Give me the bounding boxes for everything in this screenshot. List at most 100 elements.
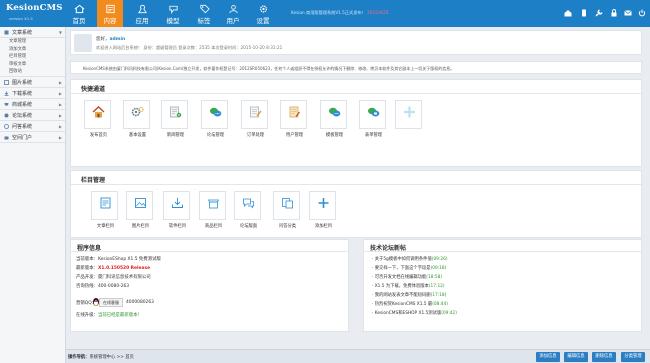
lock-icon[interactable] (610, 9, 618, 17)
basic-settings-icon (131, 107, 144, 117)
category-manage-button[interactable]: 分类管理 (621, 352, 645, 362)
main-content: 您好，admin 欢迎进入网站后台系统！ 身份：超级管理员 登录次数：2535 … (70, 30, 647, 348)
nav-model[interactable]: 模型 (160, 0, 186, 27)
catalog-tile-qa-category[interactable]: 问答分类 (273, 191, 300, 229)
chevron-right-icon: ▶ (58, 80, 62, 85)
qq-number: 4000080263 (126, 300, 154, 305)
forum-post[interactable]: · 可否开发文档在线编辑功能(18:58) (372, 274, 442, 280)
sidebar-item-review-article[interactable]: 审核文章 (0, 61, 65, 69)
settings-icon (259, 5, 267, 13)
top-announcement[interactable]: Kesion 商用版管理系统V1.5正式发布！ 2015/4/25 (291, 10, 389, 16)
add-info-button[interactable]: 添加信息 (536, 352, 560, 362)
plus-icon (404, 106, 415, 118)
nav-apps[interactable]: 应用 (129, 0, 155, 27)
sidebar-group-space[interactable]: 空间门户 ▶ (0, 132, 65, 143)
nav-settings[interactable]: 设置 (250, 0, 276, 27)
sidebar-group-forum[interactable]: 论坛系统 ▶ (0, 110, 65, 121)
quick-tile-news-manage[interactable]: 新闻管理 (161, 100, 188, 138)
forum-manage-icon (210, 107, 222, 117)
sidebar-item-add-article[interactable]: 添加文章 (0, 46, 65, 54)
upgrade-row: 在线升级：当前已经是最新版本！ (76, 313, 142, 318)
developer-row: 产品开发：厦门科讯信息技术有限公司 (76, 275, 151, 280)
image-column-icon (135, 198, 146, 208)
user-manage-icon (289, 106, 300, 118)
sidebar-group-shop[interactable]: 商城系统 ▶ (0, 99, 65, 110)
sidebar-item-article-manage[interactable]: 文章管理 (0, 38, 65, 46)
nav-tag[interactable]: 标签 (191, 0, 217, 27)
quick-tile-basic-settings[interactable]: 基本设置 (123, 100, 150, 138)
article-column-icon (100, 197, 111, 209)
order-icon (250, 106, 262, 118)
username[interactable]: admin (110, 37, 126, 42)
catalog-tile-image[interactable]: 图片栏目 (126, 191, 153, 229)
edit-info-button[interactable]: 编辑信息 (564, 352, 588, 362)
catalog-tile-software[interactable]: 软件栏目 (163, 191, 190, 229)
forum-post[interactable]: · 关于5g模板中如何调用条件值(09:26) (372, 256, 448, 262)
greeting: 您好， (96, 37, 110, 42)
quick-tile-order[interactable]: 订单处理 (241, 100, 268, 138)
catalog-tile-forum-board[interactable]: 论坛版面 (234, 191, 261, 229)
breadcrumb: 操作导航：系统管理中心 >> 首页 (68, 355, 134, 360)
sidebar-group-image[interactable]: 图片系统 ▶ (0, 77, 65, 88)
user-icon (228, 5, 238, 14)
mobile-icon[interactable] (580, 9, 588, 17)
chevron-right-icon: ▶ (58, 102, 62, 107)
news-icon (170, 106, 182, 118)
nav-home[interactable]: 首页 (66, 0, 92, 27)
mail-icon[interactable] (624, 9, 632, 17)
forum-post[interactable]: · 要交样一下，下面这个字段是(09:18) (372, 265, 446, 271)
nav-user[interactable]: 用户 (220, 0, 246, 27)
login-info: 欢迎进入网站后台系统！ 身份：超级管理员 登录次数：2535 本次登录时间：20… (96, 45, 283, 50)
phone-row: 咨询热线：400-0080-263 (76, 284, 130, 289)
home-publish-icon (92, 106, 105, 118)
download-icon (4, 91, 9, 96)
quick-tile-user-manage[interactable]: 用户管理 (280, 100, 307, 138)
tools-icon[interactable] (595, 9, 603, 17)
apps-icon (137, 4, 147, 14)
nav-content[interactable]: 内容 (97, 0, 123, 27)
sidebar-item-recycle-bin[interactable]: 回收站 (0, 68, 65, 77)
column-manage-panel: 栏目管理 文章栏目 图片栏目 软件栏目 商品栏目 论坛版面 问答分类 添加栏目 (70, 170, 643, 238)
forum-icon (4, 113, 9, 117)
catalog-tile-goods[interactable]: 商品栏目 (199, 191, 226, 229)
sidebar-item-column-manage[interactable]: 栏目管理 (0, 53, 65, 61)
app-logo: KesionCMS (6, 3, 63, 13)
goods-column-icon (207, 199, 220, 209)
chevron-right-icon: ▶ (58, 124, 62, 129)
sidebar-group-article[interactable]: 文章系统 ▼ (0, 27, 65, 38)
model-icon (168, 5, 178, 14)
sidebar-group-qa[interactable]: 问答系统 ▶ (0, 121, 65, 132)
chevron-right-icon: ▶ (58, 91, 62, 96)
forum-post[interactable]: · 热烈祝贺KesionCMS X1.5 最(08:44) (372, 301, 448, 307)
forum-post[interactable]: · 我的网站发表文章不能短码删(17:18) (372, 292, 446, 298)
section-title-quick: 快捷通道 (81, 86, 106, 93)
template-icon (329, 107, 341, 117)
home-icon[interactable] (564, 9, 572, 17)
quick-tile-forum-manage[interactable]: 论坛管理 (201, 100, 228, 138)
forum-post[interactable]: · KesionCMS和ESHOP X1.5测试版(09:42) (372, 310, 457, 316)
catalog-tile-article[interactable]: 文章栏目 (91, 191, 118, 229)
space-icon (4, 136, 9, 139)
forum-post[interactable]: · X1.5 为下载，免费体验版本(17:12) (372, 283, 445, 289)
avatar (74, 34, 92, 52)
forum-posts-panel: 技术论坛新帖 · 关于5g模板中如何调用条件值(09:26) · 要交样一下，下… (363, 239, 643, 332)
top-bar: KesionCMS version X1.5 首页 内容 应用 模型 标签 用户… (0, 0, 650, 27)
welcome-panel: 您好，admin 欢迎进入网站后台系统！ 身份：超级管理员 登录次数：2535 … (70, 30, 642, 55)
catalog-tile-add-column[interactable]: 添加栏目 (309, 191, 336, 229)
quick-tile-add[interactable] (395, 100, 422, 129)
bottom-bar: 操作导航：系统管理中心 >> 首页 添加信息 编辑信息 删除信息 分类管理 (66, 349, 650, 363)
online-service-button[interactable]: 在线客服 (99, 298, 123, 307)
delete-info-button[interactable]: 删除信息 (592, 352, 616, 362)
sidebar: 文章系统 ▼ 文章管理 添加文章 栏目管理 审核文章 回收站 图片系统 ▶ 下载… (0, 27, 66, 363)
current-version-row: 当前版本：KesionEShop X1.5 免费测试版 (76, 257, 161, 262)
chevron-right-icon: ▶ (58, 135, 62, 140)
quick-tile-template-manage[interactable]: 模板管理 (320, 100, 347, 138)
sidebar-group-download[interactable]: 下载系统 ▶ (0, 88, 65, 99)
quick-tile-publish-home[interactable]: 发布首页 (84, 100, 111, 138)
latest-version-row: 最新版本：X1.0.150520 Release (76, 266, 151, 271)
chevron-down-icon: ▼ (58, 30, 62, 35)
image-icon (4, 79, 9, 85)
program-info-panel: 程序信息 当前版本：KesionEShop X1.5 免费测试版 最新版本：X1… (70, 239, 350, 332)
power-icon[interactable] (638, 9, 646, 17)
quick-tile-form-manage[interactable]: 表单管理 (359, 100, 386, 138)
